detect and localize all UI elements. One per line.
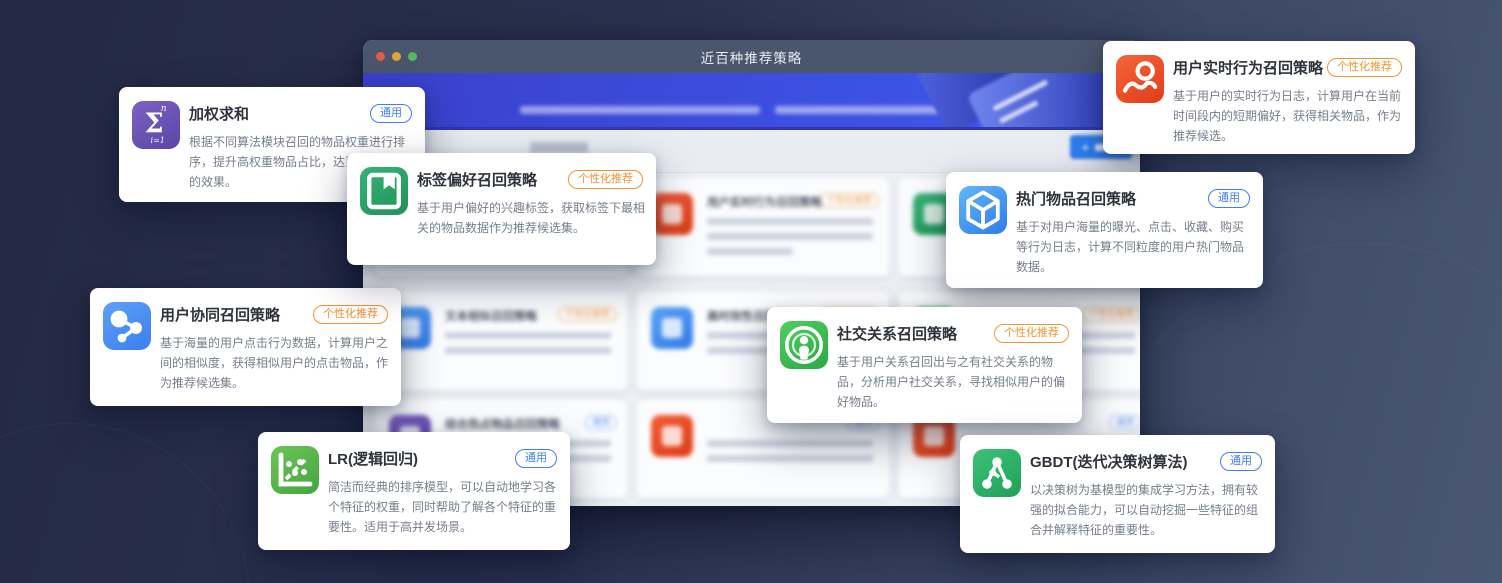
- card-badge: 个性化推荐: [994, 324, 1069, 343]
- bg-card-line: [707, 233, 873, 240]
- minimize-window-icon[interactable]: [392, 52, 401, 61]
- bg-card-title: 文本相似召回策略: [445, 308, 563, 322]
- card-description: 简洁而经典的排序模型，可以自动地学习各个特征的权重，同时帮助了解各个特征的重要性…: [328, 477, 560, 537]
- bg-card-icon: [651, 193, 693, 235]
- bg-card-line: [707, 218, 873, 225]
- scatter-chart-icon: [271, 446, 319, 494]
- window-title: 近百种推荐策略: [701, 47, 803, 67]
- bg-card-icon: [651, 307, 693, 349]
- bg-card-line: [445, 332, 611, 339]
- card-description: 基于用户关系召回出与之有社交关系的物品，分析用户社交关系，寻找相似用户的偏好物品…: [837, 352, 1072, 412]
- toolbar-tab-placeholder: [530, 142, 588, 153]
- bg-strategy-card: 文本相似召回策略 个性化推荐: [375, 292, 627, 390]
- card-description: 基于用户偏好的兴趣标签，获取标签下最相关的物品数据作为推荐候选集。: [417, 198, 646, 238]
- card-description: 基于海量的用户点击行为数据，计算用户之间的相似度，获得相似用户的点击物品，作为推…: [160, 333, 391, 393]
- strategy-card-lr: LR(逻辑回归) 通用 简洁而经典的排序模型，可以自动地学习各个特征的权重，同时…: [258, 432, 570, 550]
- bg-card-line: [445, 347, 611, 354]
- card-title: 标签偏好召回策略: [417, 169, 537, 190]
- card-badge: 个性化推荐: [1327, 58, 1402, 77]
- banner-text-bar: [775, 106, 940, 114]
- traffic-lights: [376, 52, 417, 61]
- page-background: { "window": { "title": "近百种推荐策略", "toolb…: [0, 0, 1502, 583]
- card-badge: 个性化推荐: [313, 305, 388, 324]
- strategy-card-gbdt: GBDT(迭代决策树算法) 通用 以决策树为基模型的集成学习方法，拥有较强的拟合…: [960, 435, 1275, 553]
- bg-strategy-card: 用户实时行为召回策略 个性化推荐: [637, 178, 889, 276]
- share-network-icon: [103, 302, 151, 350]
- bg-card-line: [707, 455, 873, 462]
- window-titlebar: 近百种推荐策略: [363, 40, 1140, 73]
- strategy-card-tag-preference: 标签偏好召回策略 个性化推荐 基于用户偏好的兴趣标签，获取标签下最相关的物品数据…: [347, 153, 656, 265]
- bg-card-badge: 个性化推荐: [1082, 307, 1140, 322]
- card-title: 用户协同召回策略: [160, 304, 280, 325]
- card-badge: 通用: [515, 449, 557, 468]
- book-bookmark-icon: [360, 167, 408, 215]
- card-description: 基于用户的实时行为日志，计算用户在当前时间段内的短期偏好，获得相关物品，作为推荐…: [1173, 86, 1405, 146]
- podcast-icon: [780, 321, 828, 369]
- bg-card-title: 综合热点物品召回策略: [445, 416, 563, 430]
- card-description: 以决策树为基模型的集成学习方法，拥有较强的拟合能力，可以自动挖掘一些特征的组合并…: [1030, 480, 1265, 540]
- strategy-card-realtime-behavior: 用户实时行为召回策略 个性化推荐 基于用户的实时行为日志，计算用户在当前时间段内…: [1103, 41, 1415, 154]
- bg-card-icon: [651, 415, 693, 457]
- bg-card-line: [707, 440, 873, 447]
- zoom-window-icon[interactable]: [408, 52, 417, 61]
- hero-banner: [363, 73, 1140, 130]
- cube-icon: [959, 186, 1007, 234]
- banner-text-bar: [520, 106, 760, 114]
- decorative-ring: [0, 423, 250, 583]
- card-description: 基于对用户海量的曝光、点击、收藏、购买等行为日志，计算不同粒度的用户热门物品数据…: [1016, 217, 1253, 277]
- bg-card-badge: 通用: [1109, 415, 1140, 430]
- card-title: 用户实时行为召回策略: [1173, 57, 1323, 78]
- bg-card-badge: 通用: [585, 415, 617, 430]
- strategy-card-hot-items: 热门物品召回策略 通用 基于对用户海量的曝光、点击、收藏、购买等行为日志，计算不…: [946, 172, 1263, 288]
- card-title: 热门物品召回策略: [1016, 188, 1136, 209]
- close-window-icon[interactable]: [376, 52, 385, 61]
- bg-card-title: 用户实时行为召回策略: [707, 194, 825, 208]
- card-badge: 通用: [370, 104, 412, 123]
- device-screen-line: [993, 80, 1049, 112]
- card-badge: 个性化推荐: [568, 170, 643, 189]
- card-title: 加权求和: [189, 103, 249, 124]
- bg-card-line: [707, 248, 793, 255]
- card-title: 社交关系召回策略: [837, 323, 957, 344]
- strategy-card-social-relation: 社交关系召回策略 个性化推荐 基于用户关系召回出与之有社交关系的物品，分析用户社…: [767, 307, 1082, 423]
- bg-card-badge: 个性化推荐: [558, 307, 617, 322]
- card-title: LR(逻辑回归): [328, 448, 418, 469]
- bg-card-badge: 个性化推荐: [820, 193, 879, 208]
- user-activity-icon: [1116, 55, 1164, 103]
- card-title: GBDT(迭代决策树算法): [1030, 451, 1188, 472]
- tree-icon: [973, 449, 1021, 497]
- card-badge: 通用: [1208, 189, 1250, 208]
- plus-icon: +: [1081, 139, 1089, 155]
- sigma-icon: nΣi=1: [132, 101, 180, 149]
- card-badge: 通用: [1220, 452, 1262, 471]
- strategy-card-user-collaborative: 用户协同召回策略 个性化推荐 基于海量的用户点击行为数据，计算用户之间的相似度，…: [90, 288, 401, 406]
